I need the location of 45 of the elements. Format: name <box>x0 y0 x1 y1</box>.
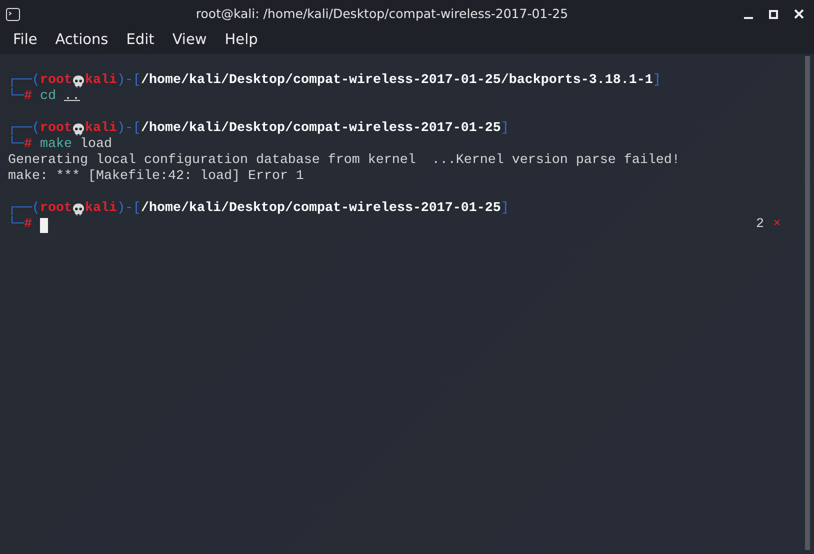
output-line: Generating local configuration database from kernel ...Kernel version parse failed! <box>8 153 680 169</box>
prompt-symbol: # <box>24 137 32 153</box>
prompt-symbol: # <box>24 89 32 105</box>
prompt-frame: ┌──( <box>8 73 40 89</box>
output-line: make: *** [Makefile:42: load] Error 1 <box>8 169 304 185</box>
prompt-frame: └─ <box>8 137 24 153</box>
current-path: /home/kali/Desktop/compat-wireless-2017-01-25 <box>141 201 501 217</box>
host-name: kali <box>85 201 117 217</box>
terminal-icon <box>6 8 20 20</box>
prompt-frame: ┌──( <box>8 121 40 137</box>
prompt-frame: )-[ <box>117 121 141 137</box>
user-name: root <box>40 201 72 217</box>
skull-icon <box>72 74 85 88</box>
skull-icon <box>72 202 85 216</box>
user-name: root <box>40 73 72 89</box>
argument-text: load <box>80 137 112 153</box>
command-text: make <box>40 137 72 153</box>
maximize-icon[interactable] <box>769 10 778 18</box>
error-mark: × <box>773 217 781 233</box>
menu-item[interactable]: File <box>4 30 46 52</box>
window-title: root@kali: /home/kali/Desktop/compat-wireless-2017-01-25 <box>196 6 568 21</box>
prompt-frame: ] <box>652 73 661 89</box>
prompt-frame: ┌──( <box>8 201 40 217</box>
close-icon[interactable] <box>794 9 804 19</box>
menu-item[interactable]: Help <box>216 30 267 52</box>
current-path: /home/kali/Desktop/compat-wireless-2017-01-25 <box>141 121 501 137</box>
exit-code: 2 <box>756 217 764 233</box>
prompt-frame: )-[ <box>117 73 141 89</box>
prompt-symbol: # <box>24 217 32 233</box>
prompt-frame: ] <box>500 121 509 137</box>
skull-icon <box>72 122 85 136</box>
prompt-frame: └─ <box>8 89 24 105</box>
current-path: /home/kali/Desktop/compat-wireless-2017-01-25/backports-3.18.1-1 <box>141 73 653 89</box>
host-name: kali <box>85 73 117 89</box>
command-text: cd <box>40 89 56 105</box>
menu-item[interactable]: View <box>163 30 216 52</box>
user-name: root <box>40 121 72 137</box>
prompt-frame: ] <box>500 201 509 217</box>
prompt-frame: )-[ <box>117 201 141 217</box>
menu-item[interactable]: Actions <box>46 30 118 52</box>
scrollbar[interactable] <box>805 56 810 550</box>
argument-text: .. <box>64 89 80 105</box>
prompt-frame: └─ <box>8 217 24 233</box>
menu-item[interactable]: Edit <box>117 30 164 52</box>
host-name: kali <box>85 121 117 137</box>
